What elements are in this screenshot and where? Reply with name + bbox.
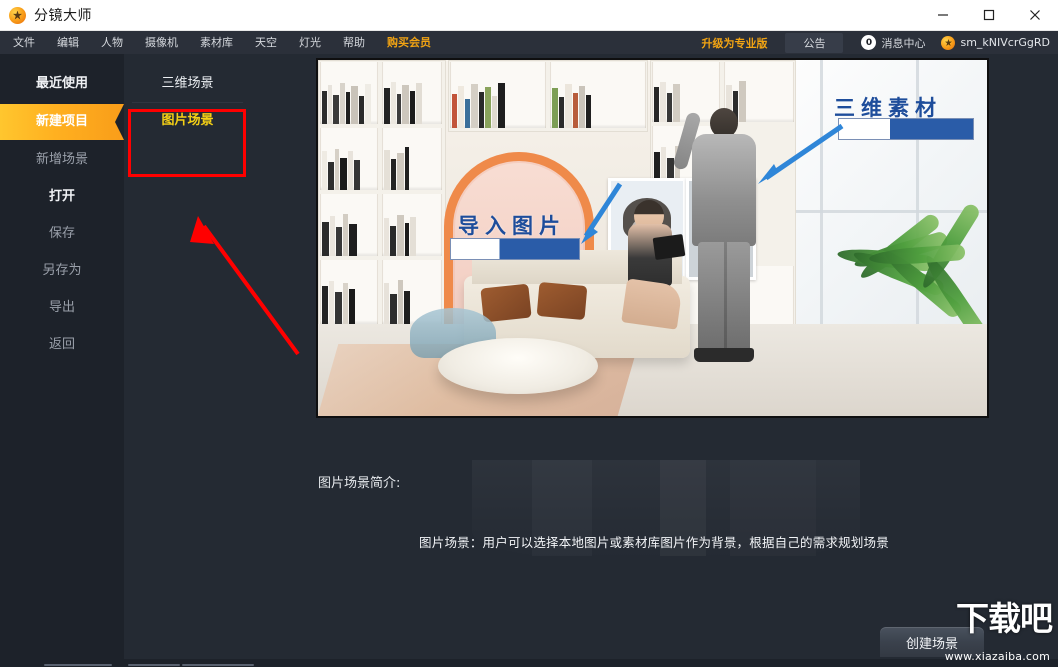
menu-item-lighting[interactable]: 灯光: [288, 31, 332, 54]
window-controls: [920, 0, 1058, 31]
shelf-cell: [550, 62, 646, 128]
menu-item-camera[interactable]: 摄像机: [134, 31, 189, 54]
application-window: 分镜大师 文件 编辑 人物 摄像机 素材库 天空 灯光 帮助 购买会员 升级为专…: [0, 0, 1058, 667]
message-center-label: 消息中心: [881, 35, 925, 51]
blue-arrow-import-icon: [568, 178, 628, 250]
bottom-status-strip: [0, 659, 1058, 667]
message-count-badge: 0: [861, 35, 876, 50]
scene-option-image[interactable]: 图片场景: [126, 103, 249, 139]
sidebar-item-save[interactable]: 保存: [0, 216, 124, 252]
shelf-cell: [320, 128, 378, 190]
scene-preview-frame: 导入图片 三维素材: [316, 58, 989, 418]
app-logo-icon: [9, 7, 26, 24]
body-area: 最近使用 新建项目 新增场景 打开 保存 另存为 导出 返回 三维场景 图片场景: [0, 54, 1058, 667]
shelf-cell: [382, 62, 442, 124]
menu-item-sky[interactable]: 天空: [244, 31, 288, 54]
minimize-icon[interactable]: [920, 0, 966, 31]
create-scene-button[interactable]: 创建场景: [880, 627, 984, 657]
announcement-button[interactable]: 公告: [785, 33, 843, 53]
annotation-3d-material-bar: [838, 118, 974, 140]
menu-item-help[interactable]: 帮助: [332, 31, 376, 54]
scene-preview-image[interactable]: 导入图片 三维素材: [318, 60, 987, 416]
menu-bar-right-group: 升级为专业版 公告 0 消息中心 sm_kNIVcrGgRD: [701, 31, 1058, 54]
user-account[interactable]: sm_kNIVcrGgRD: [941, 36, 1050, 50]
description-label: 图片场景简介:: [318, 472, 400, 491]
shelf-cell: [320, 260, 378, 324]
menu-item-edit[interactable]: 编辑: [46, 31, 90, 54]
strip-segment[interactable]: [128, 664, 180, 666]
user-name-label: sm_kNIVcrGgRD: [960, 36, 1050, 49]
shelf-cell: [320, 194, 378, 256]
annotation-import-image-text: 导入图片: [458, 210, 566, 240]
shelf-cell: [320, 62, 378, 124]
window-title: 分镜大师: [34, 5, 92, 25]
sidebar-item-recent[interactable]: 最近使用: [0, 66, 124, 102]
scene-type-panel: 三维场景 图片场景: [126, 54, 249, 667]
menu-item-asset-library[interactable]: 素材库: [189, 31, 244, 54]
title-bar: 分镜大师: [0, 0, 1058, 31]
shelf-cell: [382, 128, 442, 190]
sidebar-item-open[interactable]: 打开: [0, 179, 124, 215]
coffee-table: [438, 338, 598, 394]
strip-segment[interactable]: [182, 664, 254, 666]
description-text: 图片场景：用户可以选择本地图片或素材库图片作为背景，根据自己的需求规划场景: [250, 532, 1058, 551]
blue-arrow-3d-material-icon: [750, 120, 850, 186]
main-content: 导入图片 三维素材: [250, 54, 1058, 667]
sidebar: 最近使用 新建项目 新增场景 打开 保存 另存为 导出 返回: [0, 54, 124, 667]
scene-option-3d[interactable]: 三维场景: [126, 66, 249, 102]
upgrade-pro-link[interactable]: 升级为专业版: [701, 35, 767, 51]
sidebar-item-save-as[interactable]: 另存为: [0, 253, 124, 289]
annotation-import-image-bar: [450, 238, 580, 260]
menu-item-character[interactable]: 人物: [90, 31, 134, 54]
close-icon[interactable]: [1012, 0, 1058, 31]
bookcase-top-middle: [448, 60, 648, 132]
menu-item-file[interactable]: 文件: [0, 31, 46, 54]
user-avatar-icon: [941, 36, 955, 50]
shelf-cell: [652, 62, 720, 122]
message-center-button[interactable]: 0 消息中心: [861, 35, 925, 51]
sidebar-item-new-project[interactable]: 新建项目: [0, 104, 124, 140]
shelf-cell: [382, 194, 442, 256]
sidebar-item-export[interactable]: 导出: [0, 290, 124, 326]
strip-segment[interactable]: [44, 664, 112, 666]
sidebar-item-back[interactable]: 返回: [0, 327, 124, 363]
maximize-icon[interactable]: [966, 0, 1012, 31]
sidebar-item-add-scene[interactable]: 新增场景: [0, 142, 124, 178]
shelf-cell: [450, 62, 546, 128]
menu-bar: 文件 编辑 人物 摄像机 素材库 天空 灯光 帮助 购买会员 升级为专业版 公告…: [0, 31, 1058, 54]
menu-item-buy-membership[interactable]: 购买会员: [376, 31, 442, 54]
